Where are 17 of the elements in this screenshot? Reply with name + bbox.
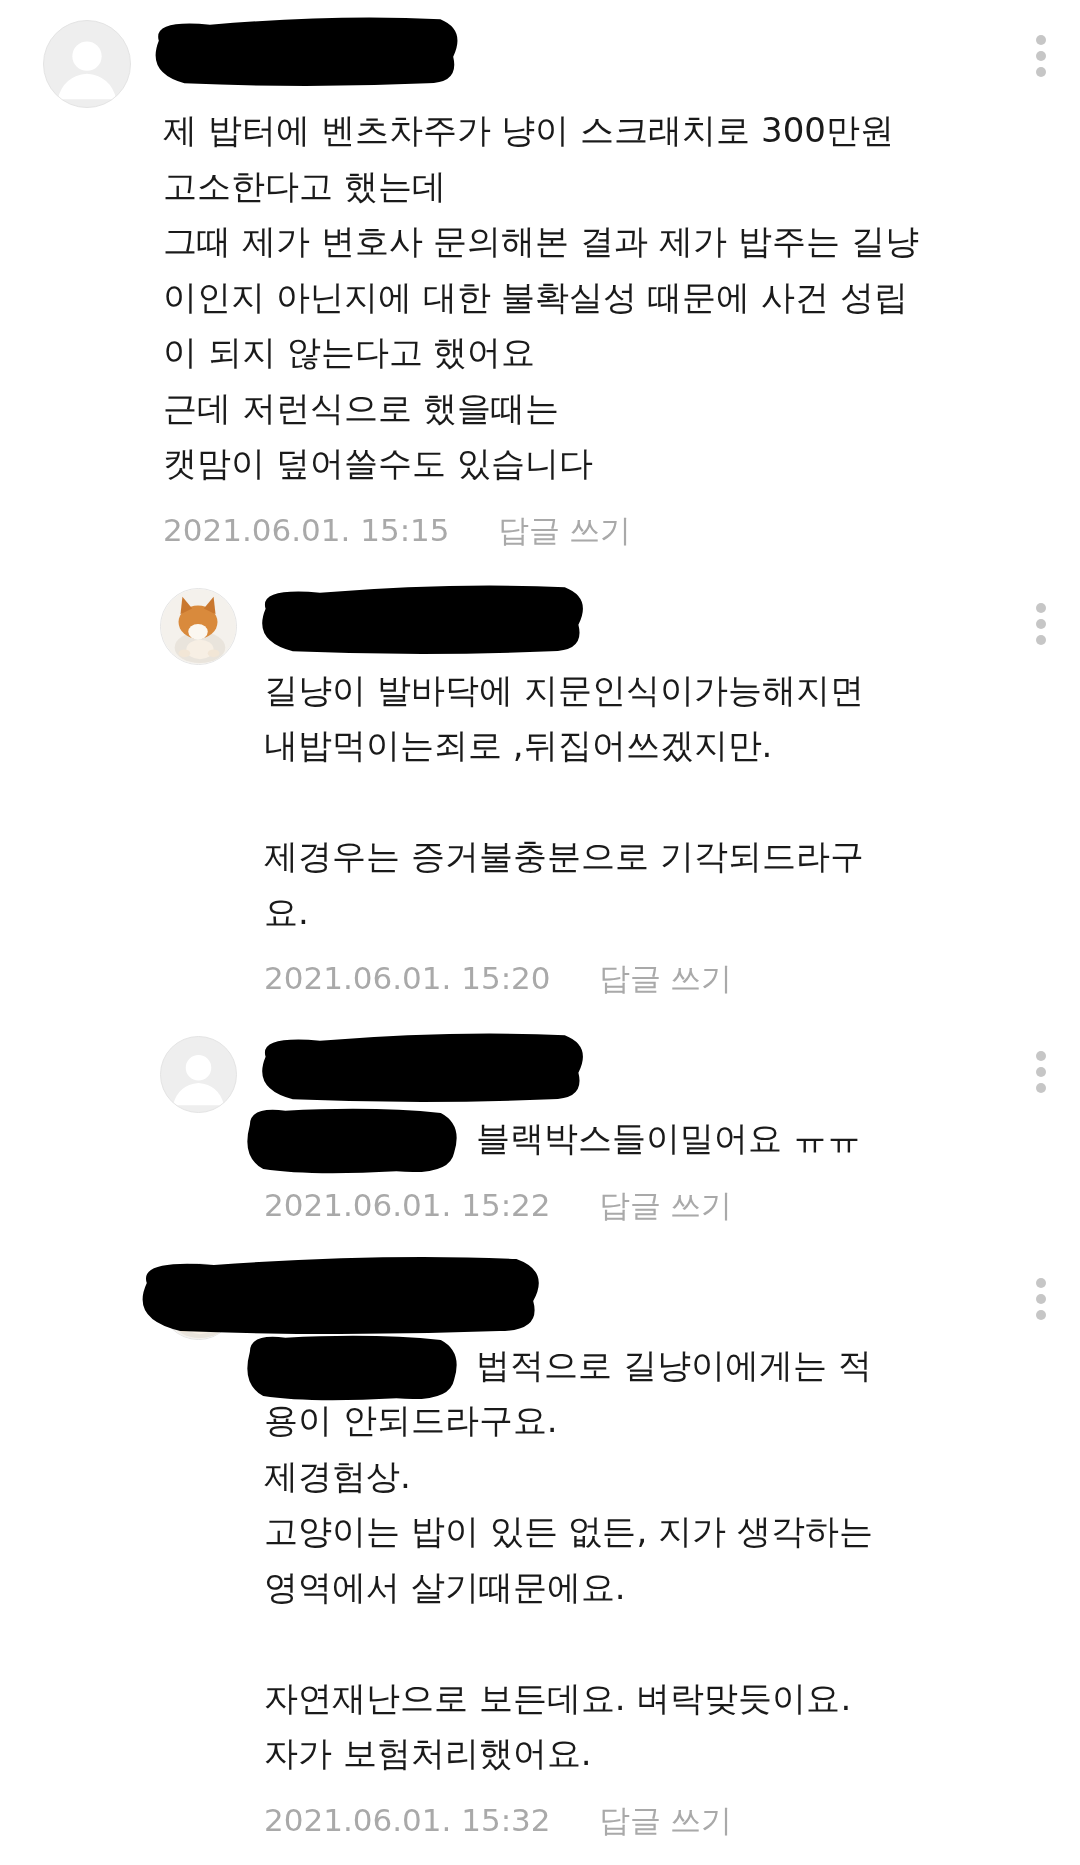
comment-text: 제 밥터에 벤츠차주가 냥이 스크래치로 300만원 고소한다고 했는데 그때 제가 변호사 문의해본 결과 제가 밥주는 길냥 이인지 아닌지에 대한 불확실성 때문에 사건 성립 이 되지 않는다고 했어요 근데 저런식으로 했을때는 캣맘이 덮어쓸수도 있습니다 — [163, 109, 920, 485]
comment-text: 블랙박스들이밀어요 ㅠㅠ — [476, 1117, 862, 1160]
more-icon[interactable] — [1034, 34, 1048, 78]
comment-text: 용이 안되드라구요. 제경험상. 고양이는 밥이 있든 없든, 지가 생각하는 영역에서 살기때문에요. 자연재난으로 보든데요. 벼락맞듯이요. 자가 보험처리했어요. — [264, 1399, 874, 1775]
comment-date: 2021.06.01. 15:15 — [163, 510, 450, 550]
reply-link[interactable]: 답글 쓰기 — [598, 1797, 733, 1842]
more-icon[interactable] — [1034, 601, 1048, 646]
comment-date: 2021.06.01. 15:20 — [264, 959, 551, 998]
comment-text: 길냥이 발바닥에 지문인식이가능해지면 내밥먹이는죄로 ,뒤집어쓰겠지만. 제경우는 증거불충분으로 기각되드라구 요. — [264, 668, 865, 934]
reply-link[interactable]: 답글 쓰기 — [598, 956, 733, 1000]
reply-link[interactable]: 답글 쓰기 — [497, 507, 632, 552]
more-icon[interactable] — [1034, 1276, 1048, 1321]
comment-date: 2021.06.01. 15:22 — [264, 1185, 551, 1225]
reply-link[interactable]: 답글 쓰기 — [598, 1182, 733, 1227]
comment-date: 2021.06.01. 15:32 — [264, 1800, 551, 1840]
more-icon[interactable] — [1034, 1050, 1048, 1094]
comment-text: 법적으로 길냥이에게는 적 — [476, 1343, 873, 1387]
